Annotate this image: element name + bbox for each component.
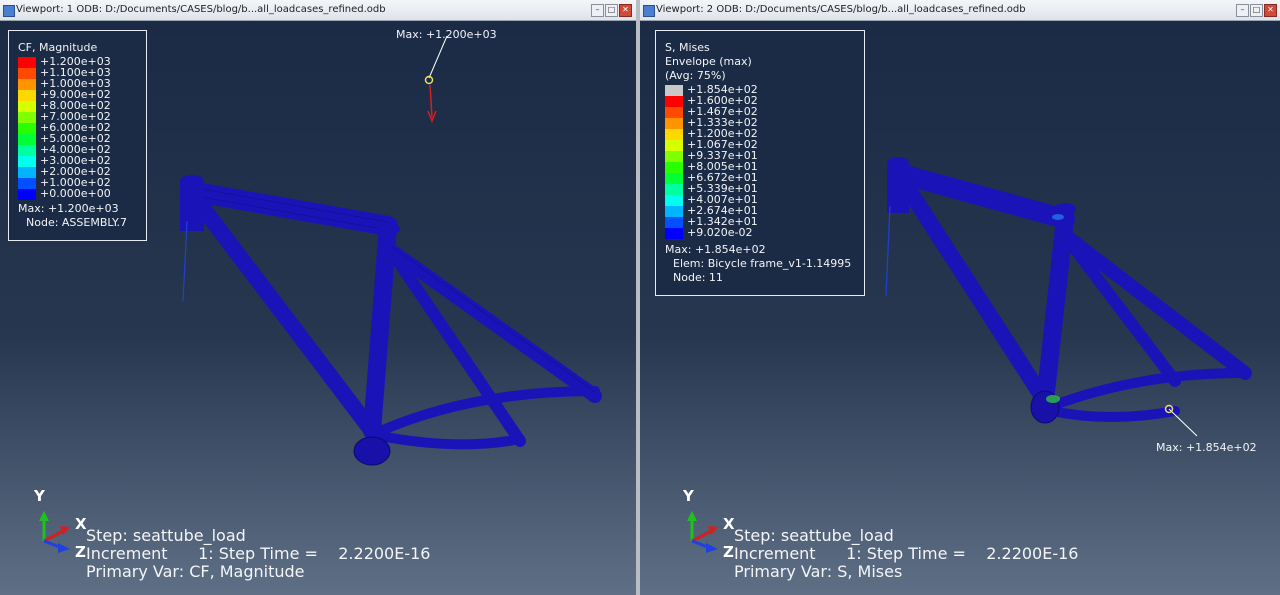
viewport-icon [3, 5, 15, 17]
legend-title: CF, Magnitude [18, 41, 98, 54]
fork-line [885, 205, 891, 297]
max-leader-line [1168, 408, 1198, 437]
legend-elem: Elem: Bicycle frame_v1-1.14995 [673, 257, 852, 270]
legend-swatch [665, 206, 683, 217]
legend-swatch [665, 85, 683, 96]
stress-spot-seat [1052, 214, 1064, 220]
legend-value: +0.000e+00 [40, 187, 111, 200]
viewport-1-canvas[interactable]: Y X Z Max: +1.200e+03 CF, Magnitude +1.2… [0, 21, 636, 595]
legend-node: Node: ASSEMBLY.7 [26, 216, 128, 229]
axis-triad-1 [39, 511, 70, 553]
contour-legend-2[interactable]: S, Mises Envelope (max) (Avg: 75%) +1.85… [655, 30, 865, 296]
head-tube [180, 181, 204, 231]
legend-swatch [665, 173, 683, 184]
triad-z-label: Z [75, 543, 86, 561]
viewport-2-title: Viewport: 2 ODB: D:/Documents/CASES/blog… [656, 4, 1026, 15]
legend-swatch [18, 112, 36, 123]
legend-swatch [665, 129, 683, 140]
viewport-2-canvas[interactable]: Y X Z Max: +1.854e+02 S, Mises Envelope … [640, 21, 1280, 595]
viewport-icon [643, 5, 655, 17]
head-tube [887, 163, 909, 213]
legend-title: S, Mises [665, 41, 710, 54]
legend-swatch [18, 145, 36, 156]
legend-swatch [665, 118, 683, 129]
legend-entry: +0.000e+00 [18, 187, 178, 200]
stress-hotspot [1046, 395, 1060, 403]
legend-swatch [18, 167, 36, 178]
legend-swatch [665, 195, 683, 206]
close-button[interactable]: ✕ [619, 4, 632, 17]
legend-entry: +9.020e-02 [665, 226, 825, 239]
triad-x-label: X [723, 515, 735, 533]
legend-swatch [18, 101, 36, 112]
legend-swatch [18, 57, 36, 68]
triad-z-label: Z [723, 543, 734, 561]
status-primary-var: Primary Var: CF, Magnitude [86, 562, 305, 581]
legend-swatch [18, 134, 36, 145]
restore-button[interactable]: □ [605, 4, 618, 17]
viewport-1-titlebar[interactable]: Viewport: 1 ODB: D:/Documents/CASES/blog… [0, 0, 636, 21]
status-primary-var: Primary Var: S, Mises [734, 562, 903, 581]
status-step: Step: seattube_load [86, 526, 246, 545]
legend-swatch [665, 184, 683, 195]
legend-node: Node: 11 [673, 271, 723, 284]
close-button[interactable]: ✕ [1264, 4, 1277, 17]
minimize-button[interactable]: – [1236, 4, 1249, 17]
legend-swatch [18, 68, 36, 79]
legend-swatch [665, 96, 683, 107]
legend-swatch [665, 217, 683, 228]
legend-swatch [18, 79, 36, 90]
max-value-label: Max: +1.200e+03 [396, 28, 497, 41]
max-leader-line [428, 35, 448, 79]
viewport-1[interactable]: Viewport: 1 ODB: D:/Documents/CASES/blog… [0, 0, 636, 595]
fork-line [182, 220, 188, 302]
seat-tube-top [1054, 203, 1076, 215]
viewport-1-title: Viewport: 1 ODB: D:/Documents/CASES/blog… [16, 4, 386, 15]
legend-subtitle: Envelope (max) [665, 55, 752, 68]
load-arrow-shaft [429, 84, 433, 118]
bottom-bracket [353, 436, 391, 466]
triad-x-label: X [75, 515, 87, 533]
max-value-label: Max: +1.854e+02 [1156, 441, 1257, 454]
triad-y-label: Y [683, 487, 694, 505]
legend-swatch [665, 228, 683, 239]
legend-swatch [18, 156, 36, 167]
legend-max: Max: +1.854e+02 [665, 243, 766, 256]
legend-max: Max: +1.200e+03 [18, 202, 119, 215]
legend-swatch [665, 151, 683, 162]
restore-button[interactable]: □ [1250, 4, 1263, 17]
legend-swatch [18, 178, 36, 189]
status-step: Step: seattube_load [734, 526, 894, 545]
legend-swatch [18, 189, 36, 200]
viewport-2[interactable]: Viewport: 2 ODB: D:/Documents/CASES/blog… [640, 0, 1280, 595]
seat-tube-top [378, 223, 400, 235]
legend-swatch [665, 107, 683, 118]
status-increment: Increment 1: Step Time = 2.2200E-16 [734, 544, 1079, 563]
legend-averaging: (Avg: 75%) [665, 69, 726, 82]
axis-triad-2 [687, 511, 718, 553]
legend-swatch [665, 162, 683, 173]
legend-value: +9.020e-02 [687, 226, 753, 239]
contour-legend-1[interactable]: CF, Magnitude +1.200e+03 +1.100e+03 +1.000… [8, 30, 147, 241]
triad-y-label: Y [34, 487, 45, 505]
legend-swatch [18, 90, 36, 101]
legend-swatch [18, 123, 36, 134]
viewport-2-titlebar[interactable]: Viewport: 2 ODB: D:/Documents/CASES/blog… [640, 0, 1280, 21]
status-increment: Increment 1: Step Time = 2.2200E-16 [86, 544, 431, 563]
minimize-button[interactable]: – [591, 4, 604, 17]
legend-swatch [665, 140, 683, 151]
